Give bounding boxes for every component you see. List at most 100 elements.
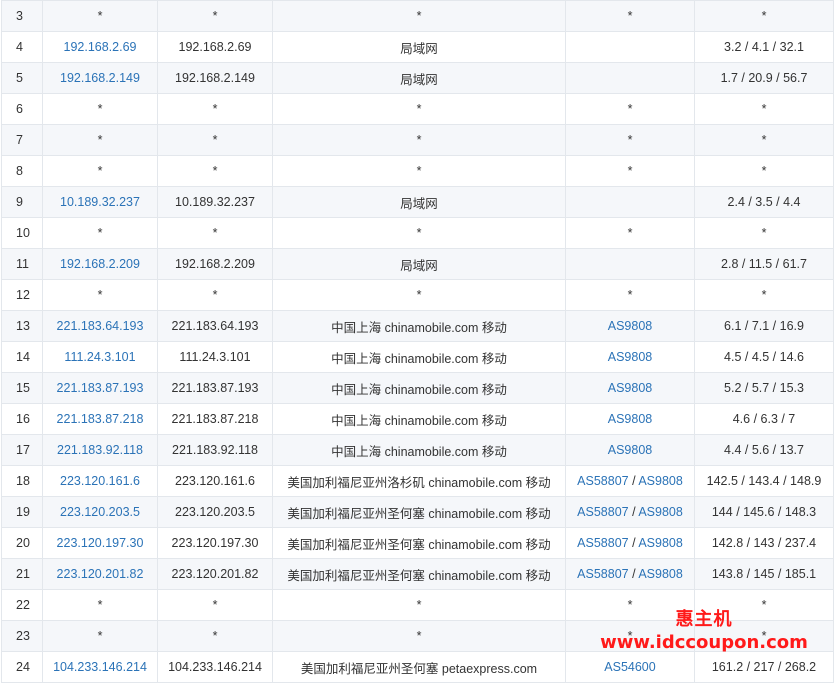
hostname-cell: * xyxy=(157,620,273,652)
ip-link[interactable]: 192.168.2.209 xyxy=(60,257,140,271)
ip-link[interactable]: 104.233.146.214 xyxy=(53,660,147,674)
asn-link[interactable]: AS9808 xyxy=(608,381,652,395)
hop-number: 4 xyxy=(16,40,23,54)
latency: * xyxy=(761,102,767,116)
ip-link[interactable]: 221.183.87.193 xyxy=(57,381,144,395)
asn-link[interactable]: AS9808 xyxy=(608,412,652,426)
latency-cell: 1.7 / 20.9 / 56.7 xyxy=(694,62,834,94)
hop-row: 14 111.24.3.101 111.24.3.101 中国上海 chinamobi… xyxy=(1,341,834,373)
latency: 4.6 / 6.3 / 7 xyxy=(732,412,796,426)
ip-cell: 221.183.64.193 xyxy=(42,310,158,342)
ip-cell: * xyxy=(42,124,158,156)
asn-cell: AS9808 xyxy=(565,434,695,466)
hop-number: 8 xyxy=(16,164,23,178)
ip-link[interactable]: 221.183.92.118 xyxy=(57,443,143,457)
hop-row: 12 * * * * * xyxy=(1,279,834,311)
asn-separator: / xyxy=(628,567,639,581)
hostname: * xyxy=(212,288,218,302)
latency-cell: 143.8 / 145 / 185.1 xyxy=(694,558,834,590)
hostname-cell: 223.120.203.5 xyxy=(157,496,273,528)
latency-cell: 4.4 / 5.6 / 13.7 xyxy=(694,434,834,466)
ip-cell: 10.189.32.237 xyxy=(42,186,158,218)
hostname-cell: 221.183.92.118 xyxy=(157,434,273,466)
location-cell: 中国上海 chinamobile.com 移动 xyxy=(272,310,566,342)
location: 局域网 xyxy=(400,258,438,273)
hop-number-cell: 7 xyxy=(1,124,43,156)
hostname: 223.120.201.82 xyxy=(171,567,259,581)
location-cell: * xyxy=(272,124,566,156)
hop-number: 10 xyxy=(16,226,30,240)
location-cell: 美国加利福尼亚州圣何塞 chinamobile.com 移动 xyxy=(272,558,566,590)
ip-link[interactable]: 221.183.87.218 xyxy=(57,412,144,426)
hop-number: 24 xyxy=(16,660,30,674)
asn-link[interactable]: AS9808 xyxy=(638,505,682,519)
location-cell: * xyxy=(272,0,566,32)
latency-cell: * xyxy=(694,620,834,652)
ip-link[interactable]: 192.168.2.149 xyxy=(60,71,140,85)
hostname-cell: * xyxy=(157,279,273,311)
latency-cell: 4.6 / 6.3 / 7 xyxy=(694,403,834,435)
ip-link[interactable]: 111.24.3.101 xyxy=(64,350,135,364)
latency-cell: 2.4 / 3.5 / 4.4 xyxy=(694,186,834,218)
latency-cell: 6.1 / 7.1 / 16.9 xyxy=(694,310,834,342)
asn-link[interactable]: AS9808 xyxy=(608,350,652,364)
ip-link[interactable]: 10.189.32.237 xyxy=(60,195,140,209)
asn-link[interactable]: AS9808 xyxy=(608,319,652,333)
latency-cell: 142.5 / 143.4 / 148.9 xyxy=(694,465,834,497)
location: 美国加利福尼亚州洛杉矶 chinamobile.com 移动 xyxy=(287,475,551,490)
latency-cell: 3.2 / 4.1 / 32.1 xyxy=(694,31,834,63)
asn-link[interactable]: AS9808 xyxy=(608,443,652,457)
asn-link[interactable]: AS58807 xyxy=(577,474,628,488)
hostname-cell: 104.233.146.214 xyxy=(157,651,273,683)
hop-row: 17 221.183.92.118 221.183.92.118 中国上海 china… xyxy=(1,434,834,466)
hop-number: 7 xyxy=(16,133,23,147)
hop-number-cell: 23 xyxy=(1,620,43,652)
location: 局域网 xyxy=(400,72,438,87)
hop-number: 13 xyxy=(16,319,30,333)
asn-link[interactable]: AS9808 xyxy=(638,536,682,550)
latency-cell: * xyxy=(694,155,834,187)
hop-number-cell: 15 xyxy=(1,372,43,404)
hop-row: 10 * * * * * xyxy=(1,217,834,249)
latency-cell: 144 / 145.6 / 148.3 xyxy=(694,496,834,528)
latency: 1.7 / 20.9 / 56.7 xyxy=(720,71,808,85)
asn-link[interactable]: AS9808 xyxy=(638,474,682,488)
location-cell: * xyxy=(272,279,566,311)
ip-cell: * xyxy=(42,217,158,249)
hop-row: 22 * * * * * xyxy=(1,589,834,621)
ip-cell: * xyxy=(42,93,158,125)
hostname-cell: 10.189.32.237 xyxy=(157,186,273,218)
asn-cell: AS58807 / AS9808 xyxy=(565,496,695,528)
asn-link[interactable]: AS58807 xyxy=(577,536,628,550)
hostname: 111.24.3.101 xyxy=(179,350,251,364)
asn-link[interactable]: AS54600 xyxy=(604,660,655,674)
latency-cell: 4.5 / 4.5 / 14.6 xyxy=(694,341,834,373)
hop-row: 19 223.120.203.5 223.120.203.5 美国加利福尼亚州圣何塞 … xyxy=(1,496,834,528)
hostname: 221.183.64.193 xyxy=(171,319,259,333)
hop-row: 15 221.183.87.193 221.183.87.193 中国上海 china… xyxy=(1,372,834,404)
location: * xyxy=(416,598,422,612)
asn-link[interactable]: AS9808 xyxy=(638,567,682,581)
ip-placeholder: * xyxy=(97,629,103,643)
latency: * xyxy=(761,288,767,302)
asn-placeholder: * xyxy=(627,288,633,302)
asn-link[interactable]: AS58807 xyxy=(577,567,628,581)
asn-link[interactable]: AS58807 xyxy=(577,505,628,519)
latency-cell: 161.2 / 217 / 268.2 xyxy=(694,651,834,683)
hostname: 221.183.87.193 xyxy=(171,381,259,395)
hop-number-cell: 13 xyxy=(1,310,43,342)
ip-link[interactable]: 223.120.201.82 xyxy=(57,567,144,581)
latency: 143.8 / 145 / 185.1 xyxy=(711,567,817,581)
ip-link[interactable]: 223.120.203.5 xyxy=(60,505,140,519)
location: 中国上海 chinamobile.com 移动 xyxy=(331,413,507,428)
ip-link[interactable]: 221.183.64.193 xyxy=(57,319,144,333)
hop-number-cell: 21 xyxy=(1,558,43,590)
asn-cell: AS9808 xyxy=(565,310,695,342)
ip-link[interactable]: 223.120.161.6 xyxy=(60,474,140,488)
hop-row: 13 221.183.64.193 221.183.64.193 中国上海 china… xyxy=(1,310,834,342)
hop-number: 12 xyxy=(16,288,30,302)
latency-cell: * xyxy=(694,279,834,311)
ip-link[interactable]: 223.120.197.30 xyxy=(57,536,144,550)
ip-link[interactable]: 192.168.2.69 xyxy=(64,40,137,54)
hop-row: 9 10.189.32.237 10.189.32.237 局域网 2.4 / 3.5 … xyxy=(1,186,834,218)
